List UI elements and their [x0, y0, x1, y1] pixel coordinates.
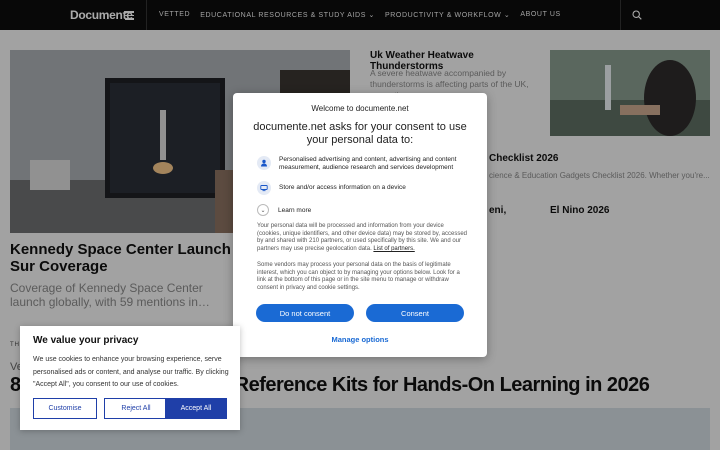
consent-body-text-2: Some vendors may process your personal d…: [257, 262, 460, 291]
consent-purpose-text: Personalised advertising and content, ad…: [279, 156, 457, 171]
customise-button[interactable]: Customise: [33, 398, 97, 419]
person-icon: [257, 156, 271, 170]
partners-link[interactable]: List of partners.: [373, 246, 414, 252]
consent-purpose-item: Store and/or access information on a dev…: [257, 181, 469, 195]
learn-more-toggle[interactable]: ⌄ Learn more: [257, 204, 311, 216]
chevron-down-icon: ⌄: [257, 204, 269, 216]
learn-more-label: Learn more: [278, 206, 312, 214]
manage-options-button[interactable]: Manage options: [233, 335, 487, 344]
accept-all-button[interactable]: Accept All: [165, 398, 227, 419]
do-not-consent-button[interactable]: Do not consent: [256, 304, 354, 322]
consent-button[interactable]: Consent: [366, 304, 464, 322]
consent-body-text: Your personal data will be processed and…: [257, 223, 467, 253]
consent-purpose-text: Store and/or access information on a dev…: [279, 184, 406, 191]
device-icon: [257, 181, 271, 195]
consent-heading: documente.net asks for your consent to u…: [253, 121, 467, 146]
consent-body-paragraph: Your personal data will be processed and…: [257, 223, 468, 252]
consent-purpose-item: Personalised advertising and content, ad…: [257, 156, 469, 172]
cookie-text: We use cookies to enhance your browsing …: [33, 356, 229, 388]
consent-welcome: Welcome to documente.net: [311, 104, 409, 113]
reject-all-button[interactable]: Reject All: [104, 398, 168, 419]
cookie-notice: We value your privacy We use cookies to …: [20, 326, 240, 430]
consent-dialog: Welcome to documente.net documente.net a…: [233, 93, 487, 357]
cookie-title: We value your privacy: [33, 335, 139, 346]
